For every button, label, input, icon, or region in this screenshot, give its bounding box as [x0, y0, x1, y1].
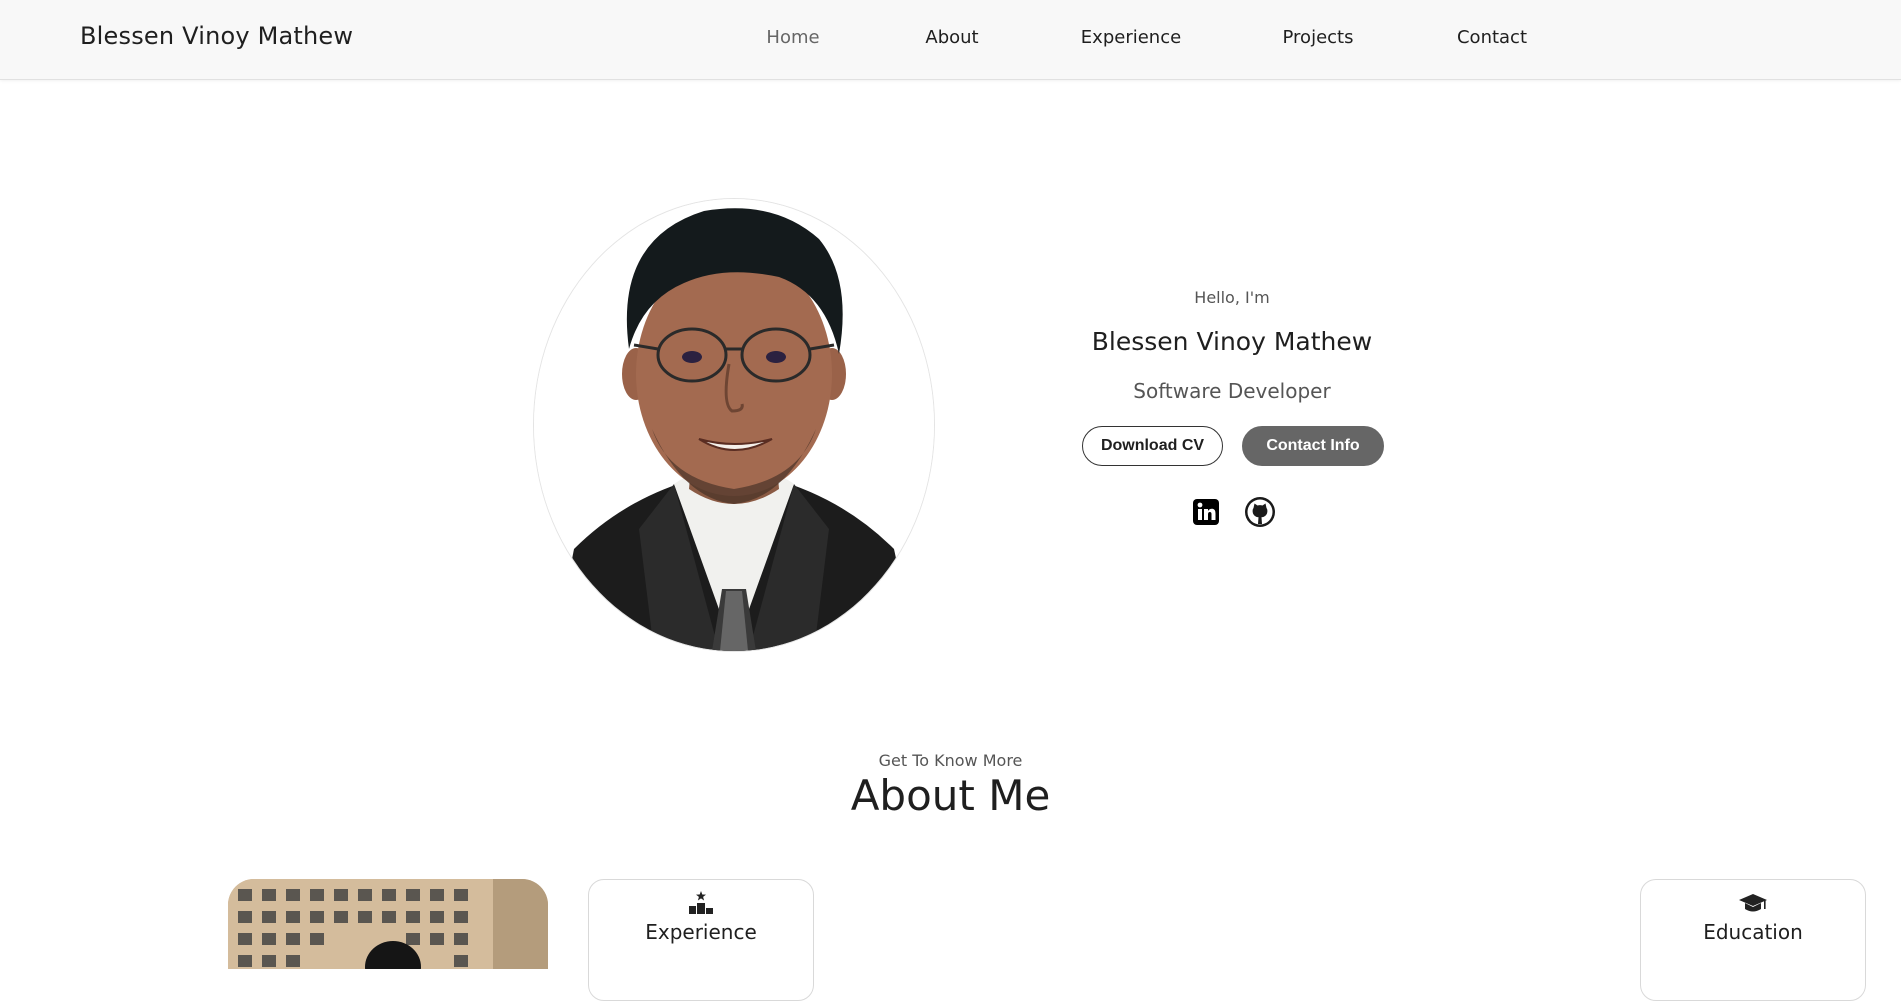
nav-link-contact[interactable]: Contact [1457, 27, 1527, 48]
nav-link-home[interactable]: Home [766, 27, 819, 48]
hero-name: Blessen Vinoy Mathew [1091, 327, 1373, 356]
about-title: About Me [850, 771, 1051, 820]
education-card-title: Education [1703, 920, 1803, 944]
nav-link-projects[interactable]: Projects [1283, 27, 1354, 48]
experience-icon [589, 890, 813, 916]
experience-card-title: Experience [645, 920, 757, 944]
social-links [1032, 496, 1432, 532]
hero-role: Software Developer [1133, 379, 1331, 403]
profile-picture [533, 198, 935, 652]
hero-section: Hello, I'm Blessen Vinoy Mathew Software… [1032, 288, 1432, 532]
download-cv-button[interactable]: Download CV [1082, 426, 1223, 466]
navbar: Blessen Vinoy Mathew Home About Experien… [0, 0, 1901, 80]
about-picture [228, 879, 548, 969]
nav-links: Home About Experience Projects Contact [0, 27, 1901, 51]
about-subtitle: Get To Know More [878, 751, 1023, 770]
education-card[interactable]: Education [1640, 879, 1866, 1001]
experience-card[interactable]: Experience [588, 879, 814, 1001]
linkedin-icon[interactable] [1190, 496, 1222, 528]
nav-link-experience[interactable]: Experience [1081, 27, 1181, 48]
graduation-cap-icon [1641, 890, 1865, 916]
hero-greeting: Hello, I'm [1194, 288, 1270, 307]
nav-link-about[interactable]: About [925, 27, 978, 48]
github-icon[interactable] [1244, 496, 1276, 528]
hero-buttons: Download CV Contact Info [1032, 426, 1432, 468]
contact-info-button[interactable]: Contact Info [1242, 426, 1384, 466]
